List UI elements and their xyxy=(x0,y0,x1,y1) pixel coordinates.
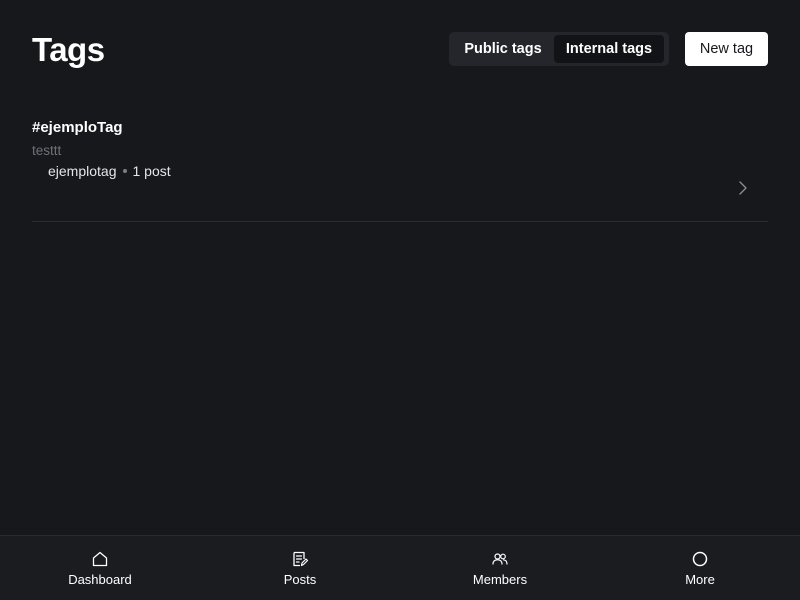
page-title: Tags xyxy=(32,31,105,68)
tag-description: testtt xyxy=(32,143,62,158)
nav-label-members: Members xyxy=(472,572,528,587)
list-item[interactable]: #ejemploTag testtt ejemplotag 1 post xyxy=(32,117,768,222)
nav-label-dashboard: Dashboard xyxy=(68,572,132,587)
chevron-right-icon xyxy=(739,181,747,195)
tag-name: #ejemploTag xyxy=(32,119,123,136)
tag-meta: ejemplotag 1 post xyxy=(48,163,171,179)
nav-item-members[interactable]: Members xyxy=(400,536,600,600)
circle-icon xyxy=(692,551,708,567)
tag-slug: ejemplotag xyxy=(48,163,117,179)
bottom-nav: Dashboard Posts Members More xyxy=(0,535,800,600)
posts-icon xyxy=(293,551,309,567)
nav-label-more: More xyxy=(685,572,715,587)
page-header: Tags Public tags Internal tags New tag xyxy=(32,30,768,70)
nav-item-more[interactable]: More xyxy=(600,536,800,600)
nav-label-posts: Posts xyxy=(283,572,317,587)
tag-list: #ejemploTag testtt ejemplotag 1 post xyxy=(32,117,768,222)
nav-item-dashboard[interactable]: Dashboard xyxy=(0,536,200,600)
tab-public-tags[interactable]: Public tags xyxy=(452,35,554,63)
home-icon xyxy=(92,551,108,567)
new-tag-button[interactable]: New tag xyxy=(685,32,768,66)
members-icon xyxy=(492,553,508,565)
tags-page: Tags Public tags Internal tags New tag #… xyxy=(0,0,800,600)
tag-post-count: 1 post xyxy=(132,163,171,179)
tag-visibility-switch: Public tags Internal tags xyxy=(449,32,669,66)
tab-internal-tags[interactable]: Internal tags xyxy=(554,35,664,63)
separator-dot xyxy=(122,169,127,173)
nav-item-posts[interactable]: Posts xyxy=(200,536,400,600)
